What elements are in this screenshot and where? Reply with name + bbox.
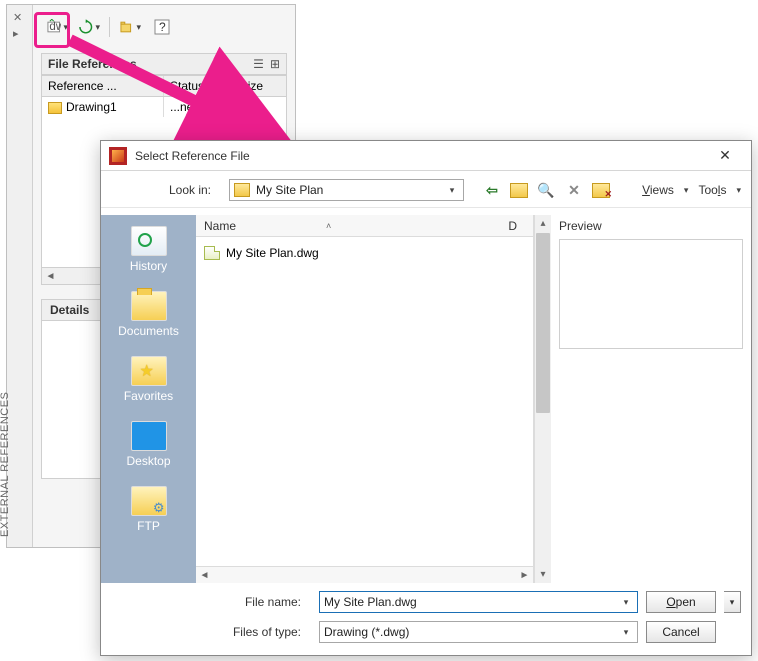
chevron-down-icon: ▾ [619, 627, 633, 638]
file-references-title: File References [48, 57, 137, 71]
sort-asc-icon: ˄ [326, 221, 331, 231]
app-icon [109, 147, 127, 165]
preview-box [559, 239, 743, 349]
filetype-combo[interactable]: Drawing (*.dwg) ▾ [319, 621, 638, 643]
dialog-title: Select Reference File [135, 149, 250, 163]
details-label: Details [42, 300, 97, 320]
cancel-button[interactable]: Cancel [646, 621, 716, 643]
place-documents[interactable]: Documents [101, 288, 196, 341]
place-label: FTP [137, 519, 160, 533]
file-name: My Site Plan.dwg [226, 246, 319, 260]
select-reference-file-dialog: Select Reference File ✕ Look in: My Site… [100, 140, 752, 656]
toolbar-separator [109, 17, 110, 37]
favorites-icon [131, 356, 167, 386]
filelist-hscroll[interactable]: ◄► [196, 566, 533, 583]
desktop-icon [131, 421, 167, 451]
place-label: History [130, 259, 167, 273]
palette-toolbar: dwg ? [41, 13, 287, 41]
new-folder-icon[interactable] [592, 183, 610, 198]
file-references-header: File References ☰ ⊞ [41, 53, 287, 75]
preview-label: Preview [559, 219, 743, 233]
dwg-icon [48, 102, 62, 114]
filetype-label: Files of type: [111, 625, 311, 639]
tree-view-icon[interactable]: ⊞ [270, 57, 280, 71]
filename-combo[interactable]: My Site Plan.dwg ▾ [319, 591, 638, 613]
annotation-highlight [34, 12, 70, 48]
place-label: Favorites [124, 389, 173, 403]
documents-icon [131, 291, 167, 321]
place-desktop[interactable]: Desktop [101, 418, 196, 471]
places-bar: History Documents Favorites Desktop FTP [101, 215, 196, 583]
lookin-combo[interactable]: My Site Plan ▾ [229, 179, 464, 201]
place-favorites[interactable]: Favorites [101, 353, 196, 406]
dialog-titlebar: Select Reference File ✕ [101, 141, 751, 171]
dwg-file-icon [204, 246, 220, 260]
filename-label: File name: [111, 595, 311, 609]
lookin-label: Look in: [111, 183, 221, 197]
lookin-value: My Site Plan [256, 183, 445, 197]
palette-close-icon[interactable]: ✕ [13, 11, 22, 24]
nav-icons: ⇦ 🔍 ✕ [482, 180, 610, 200]
back-icon[interactable]: ⇦ [482, 180, 502, 200]
list-item[interactable]: My Site Plan.dwg [204, 243, 525, 263]
filename-value: My Site Plan.dwg [324, 595, 619, 609]
lookin-row: Look in: My Site Plan ▾ ⇦ 🔍 ✕ Views ▾ To… [101, 171, 751, 208]
filelist-body[interactable]: My Site Plan.dwg [196, 237, 533, 566]
table-row[interactable]: Drawing1 ...ned [42, 97, 286, 117]
views-menu[interactable]: Views [640, 183, 676, 197]
delete-icon[interactable]: ✕ [564, 180, 584, 200]
folder-icon [234, 183, 250, 197]
vscroll-thumb[interactable] [536, 233, 550, 413]
open-split-button[interactable]: ▾ [724, 591, 741, 613]
preview-pane: Preview [551, 215, 751, 583]
col-name[interactable]: Name [204, 219, 236, 233]
col-name[interactable]: Reference ... [42, 76, 164, 96]
chevron-down-icon: ▾ [445, 185, 459, 196]
change-path-button[interactable] [118, 15, 142, 39]
svg-text:?: ? [159, 20, 166, 34]
filelist-vscroll[interactable]: ▴ ▾ [534, 215, 551, 583]
col-status[interactable]: Status [164, 76, 234, 96]
filetype-value: Drawing (*.dwg) [324, 625, 619, 639]
list-view-icon[interactable]: ☰ [253, 57, 264, 71]
open-button[interactable]: Open [646, 591, 716, 613]
row-size [234, 104, 286, 110]
palette-pin-icon[interactable]: ▸ [13, 27, 19, 40]
filelist: Name ˄ D My Site Plan.dwg ◄► [196, 215, 534, 583]
place-ftp[interactable]: FTP [101, 483, 196, 536]
col-date[interactable]: D [508, 219, 525, 233]
references-table-header: Reference ... Status Size [42, 76, 286, 97]
place-history[interactable]: History [101, 223, 196, 276]
col-size[interactable]: Size [234, 76, 286, 96]
search-web-icon[interactable]: 🔍 [536, 180, 556, 200]
row-name: Drawing1 [66, 100, 117, 114]
place-label: Documents [118, 324, 179, 338]
refresh-button[interactable] [77, 15, 101, 39]
place-label: Desktop [126, 454, 170, 468]
palette-title-strip: ✕ ▸ EXTERNAL REFERENCES [7, 5, 33, 547]
tools-menu[interactable]: Tools [696, 183, 728, 197]
help-button[interactable]: ? [150, 15, 174, 39]
chevron-down-icon: ▾ [619, 597, 633, 608]
history-icon [131, 226, 167, 256]
ftp-icon [131, 486, 167, 516]
close-icon[interactable]: ✕ [707, 145, 743, 167]
row-status: ...ned [164, 97, 234, 117]
palette-title: EXTERNAL REFERENCES [0, 392, 11, 537]
filelist-header: Name ˄ D [196, 215, 533, 237]
up-folder-icon[interactable] [510, 183, 528, 198]
